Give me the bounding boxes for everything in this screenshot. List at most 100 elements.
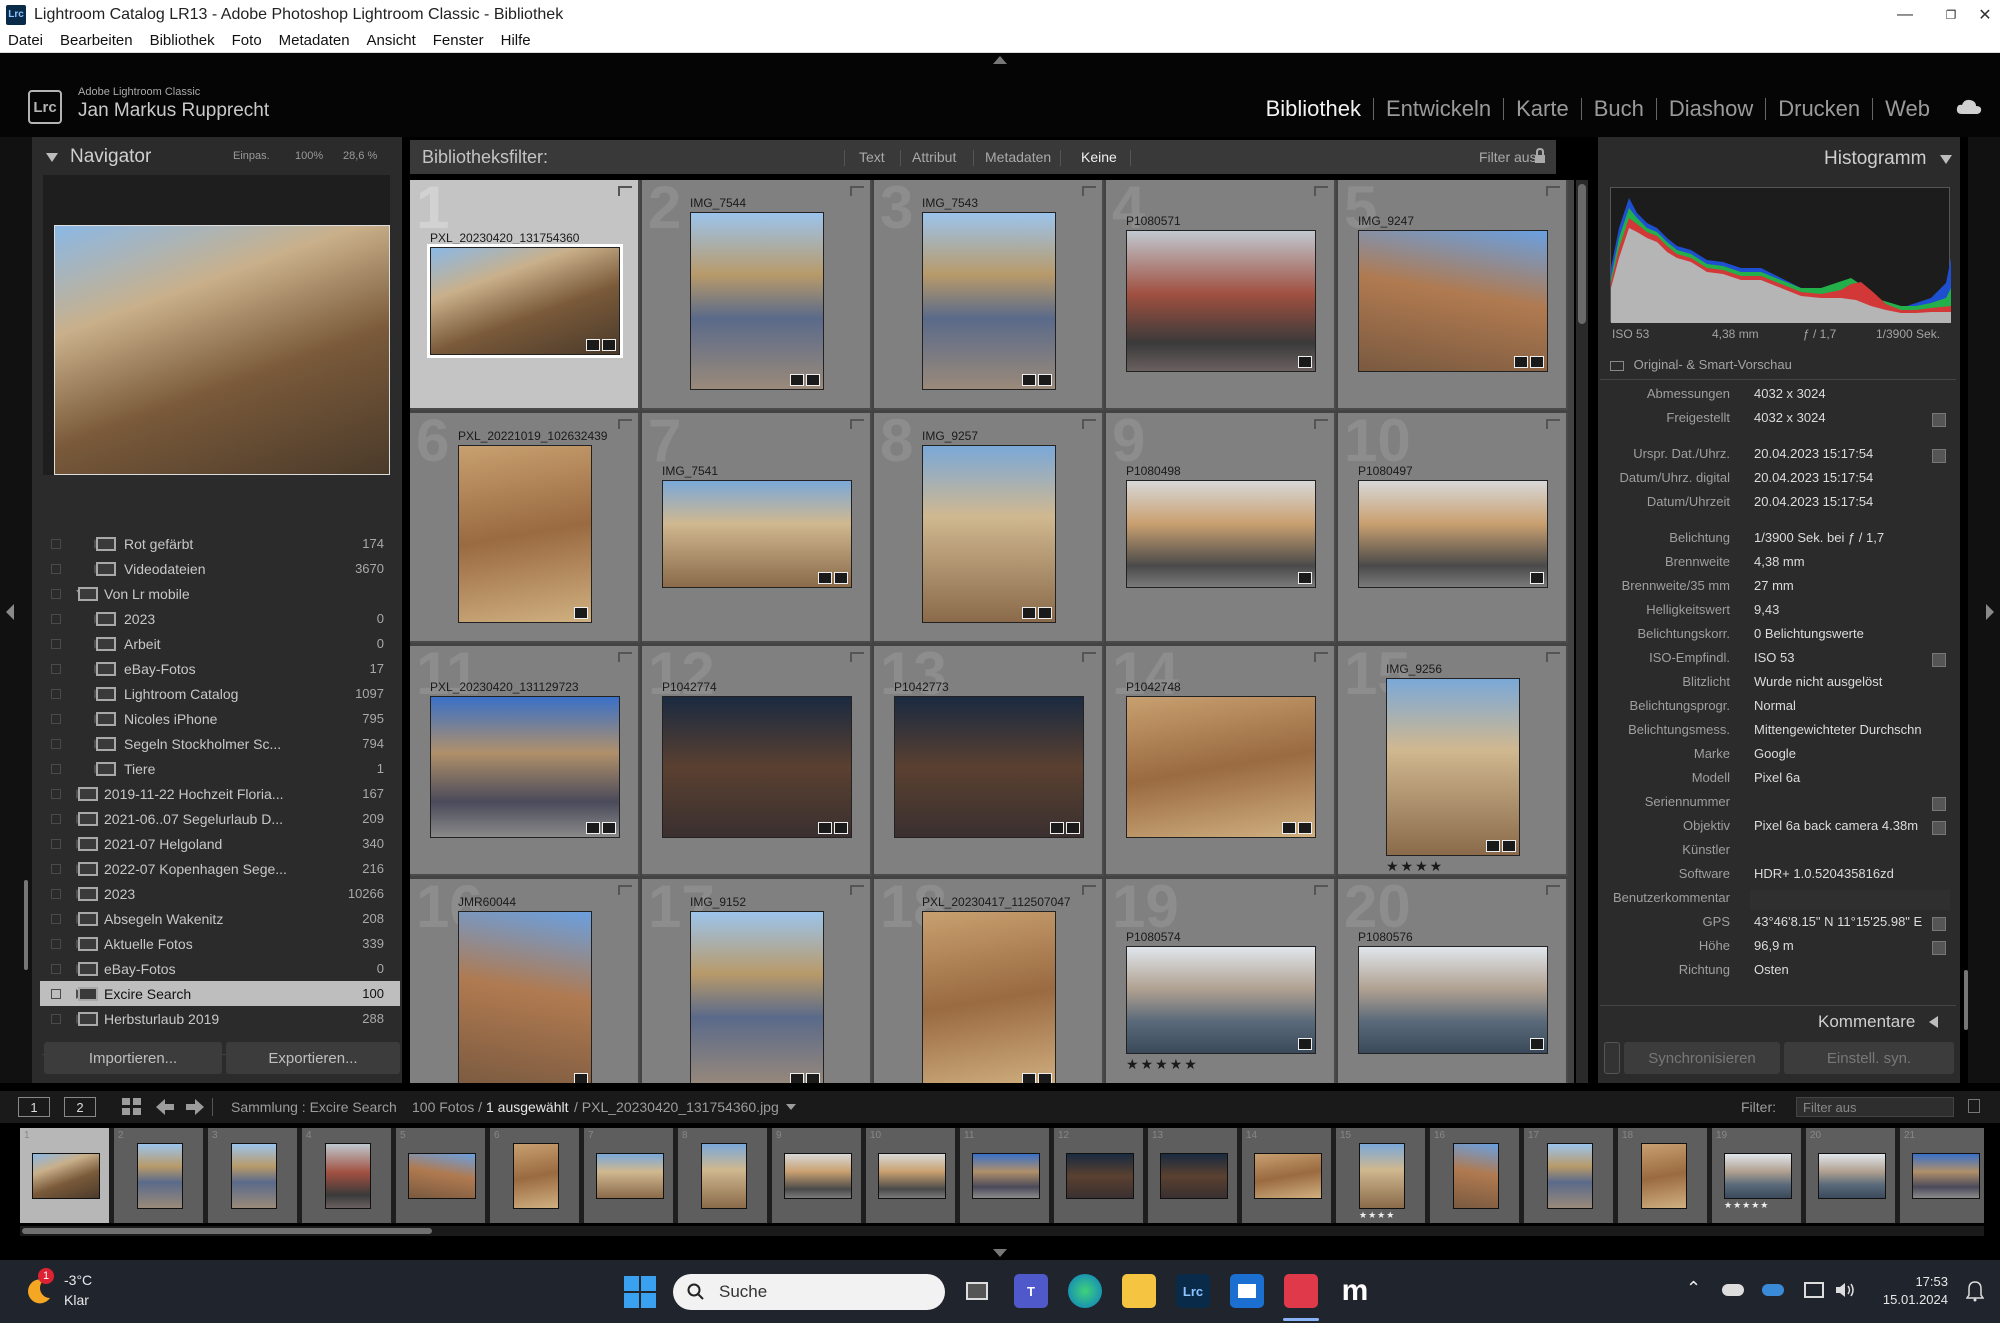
filmstrip-cell[interactable]: 18 (1618, 1128, 1709, 1223)
volume-icon[interactable] (1836, 1282, 1856, 1298)
lock-icon[interactable] (1534, 148, 1546, 164)
photo-thumbnail[interactable] (1126, 480, 1316, 588)
collection-checkbox[interactable] (51, 538, 61, 549)
export-button[interactable]: Exportieren... (226, 1042, 400, 1074)
photo-grid-cell[interactable]: 12 P1042774 (642, 644, 872, 876)
metadata-badge-icon[interactable] (1298, 1038, 1312, 1050)
filmstrip-cell[interactable]: 7 (584, 1128, 675, 1223)
metadata-badge-icon[interactable] (834, 572, 848, 584)
module-diashow[interactable]: Diashow (1657, 96, 1765, 122)
metadata-badge-icon[interactable] (1022, 1073, 1036, 1083)
collection-row[interactable]: 2021-07 Helgoland 340 (40, 831, 400, 856)
filmstrip-cell[interactable]: 14 (1242, 1128, 1333, 1223)
photo-grid-cell[interactable]: 7 IMG_7541 (642, 411, 872, 643)
taskbar-clock[interactable]: 17:53 15.01.2024 (1883, 1273, 1948, 1309)
filter-text-tab[interactable]: Text (859, 149, 885, 165)
next-arrow-icon[interactable] (186, 1099, 204, 1115)
collection-checkbox[interactable] (51, 663, 61, 674)
navigator-preview-image[interactable] (54, 225, 390, 475)
filmstrip-cell[interactable]: 6 (490, 1128, 581, 1223)
metadata-badge-icon[interactable] (574, 1073, 588, 1083)
collection-row[interactable]: eBay-Fotos 0 (40, 956, 400, 981)
metadata-badge-icon[interactable] (818, 822, 832, 834)
start-icon[interactable] (624, 1276, 656, 1308)
filmstrip-cell[interactable]: 3 (208, 1128, 299, 1223)
import-button[interactable]: Importieren... (44, 1042, 222, 1074)
flag-icon[interactable] (1314, 419, 1328, 429)
histogram-chart[interactable] (1610, 187, 1951, 323)
photo-grid-cell[interactable]: 3 IMG_7543 (874, 180, 1104, 410)
tray-chevron-icon[interactable]: ⌃ (1686, 1278, 1701, 1299)
module-drucken[interactable]: Drucken (1766, 96, 1872, 122)
smart-preview-status[interactable]: Original- & Smart-Vorschau (1610, 357, 1792, 372)
flag-icon[interactable] (1314, 885, 1328, 895)
photo-grid-cell[interactable]: 15 IMG_9256 ★★★★ (1338, 644, 1568, 876)
photo-grid-cell[interactable]: 17 IMG_9152 (642, 877, 872, 1083)
photo-thumbnail[interactable] (1126, 696, 1316, 838)
collection-row[interactable]: 2021-06..07 Segelurlaub D... 209 (40, 806, 400, 831)
menu-bearbeiten[interactable]: Bearbeiten (60, 32, 133, 49)
photo-thumbnail[interactable] (1386, 678, 1520, 856)
cloud-sync-icon[interactable] (1956, 98, 1982, 116)
metadata-badge-icon[interactable] (1298, 822, 1312, 834)
photo-thumbnail[interactable] (894, 696, 1084, 838)
previous-arrow-icon[interactable] (156, 1099, 174, 1115)
filmstrip-thumbnail[interactable] (1724, 1153, 1792, 1199)
metadata-action-arrow-icon[interactable] (1932, 941, 1946, 955)
dropdown-arrow-icon[interactable] (786, 1104, 796, 1110)
synchronize-button[interactable]: Synchronisieren (1624, 1042, 1780, 1074)
star-rating[interactable]: ★★★★★ (1126, 1056, 1199, 1073)
menu-foto[interactable]: Foto (232, 32, 262, 49)
metadata-badge-icon[interactable] (1022, 607, 1036, 619)
collection-checkbox[interactable] (51, 688, 61, 699)
filter-preset-select[interactable]: Filter aus (1479, 149, 1537, 165)
collection-row[interactable]: 2022-07 Kopenhagen Sege... 216 (40, 856, 400, 881)
menu-hilfe[interactable]: Hilfe (501, 32, 531, 49)
filmstrip-cell[interactable]: 11 (960, 1128, 1051, 1223)
flag-icon[interactable] (618, 186, 632, 196)
metadata-badge-icon[interactable] (586, 822, 600, 834)
collection-row[interactable]: 2019-11-22 Hochzeit Floria... 167 (40, 781, 400, 806)
photo-grid-cell[interactable]: 1 PXL_20230420_131754360 (410, 180, 640, 410)
photo-grid-cell[interactable]: 16 JMR60044 (410, 877, 640, 1083)
grid-scroll-thumb[interactable] (1578, 184, 1586, 324)
filmstrip-thumbnail[interactable] (1547, 1143, 1593, 1209)
histogram-header[interactable]: Histogramm (1824, 141, 1953, 177)
network-icon[interactable] (1804, 1282, 1824, 1298)
photo-thumbnail[interactable] (1126, 230, 1316, 372)
filmstrip-thumbnail[interactable] (1912, 1153, 1980, 1199)
metadata-badge-icon[interactable] (1514, 356, 1528, 368)
filmstrip-cell[interactable]: 2 (114, 1128, 205, 1223)
filmstrip-filter-select[interactable]: Filter aus (1796, 1097, 1954, 1117)
metadata-badge-icon[interactable] (1530, 1038, 1544, 1050)
snipping-icon[interactable] (1284, 1274, 1318, 1308)
metadata-badge-icon[interactable] (1486, 840, 1500, 852)
filmstrip-cell[interactable]: 1 (20, 1128, 111, 1223)
filmstrip-cell[interactable]: 13 (1148, 1128, 1239, 1223)
zoom-fit-option[interactable]: Einpas. (233, 150, 270, 162)
filmstrip-thumbnail[interactable] (596, 1153, 664, 1199)
metadata-badge-icon[interactable] (1038, 374, 1052, 386)
module-bibliothek[interactable]: Bibliothek (1254, 96, 1373, 122)
filter-none-tab[interactable]: Keine (1081, 149, 1117, 165)
module-web[interactable]: Web (1873, 96, 1942, 122)
metadata-badge-icon[interactable] (1050, 822, 1064, 834)
filmstrip-thumbnail[interactable] (701, 1143, 747, 1209)
filmstrip-thumbnail[interactable] (231, 1143, 277, 1209)
collection-checkbox[interactable] (51, 988, 61, 999)
photo-thumbnail[interactable] (1358, 480, 1548, 588)
photo-thumbnail[interactable] (690, 212, 824, 390)
flag-icon[interactable] (850, 652, 864, 662)
navigator-header[interactable]: Navigator (46, 139, 151, 175)
module-entwickeln[interactable]: Entwickeln (1374, 96, 1503, 122)
photo-thumbnail[interactable] (458, 911, 592, 1083)
taskbar-search[interactable]: Suche (673, 1274, 945, 1310)
minimize-button[interactable]: — (1882, 0, 1928, 29)
collection-row[interactable]: Rot gefärbt 174 (40, 531, 400, 556)
filmstrip-thumbnail[interactable] (1254, 1153, 1322, 1199)
filmstrip-cell[interactable]: 5 (396, 1128, 487, 1223)
filmstrip-thumbnail[interactable] (137, 1143, 183, 1209)
metadata-badge-icon[interactable] (790, 1073, 804, 1083)
collection-checkbox[interactable] (51, 738, 61, 749)
collection-row[interactable]: Videodateien 3670 (40, 556, 400, 581)
